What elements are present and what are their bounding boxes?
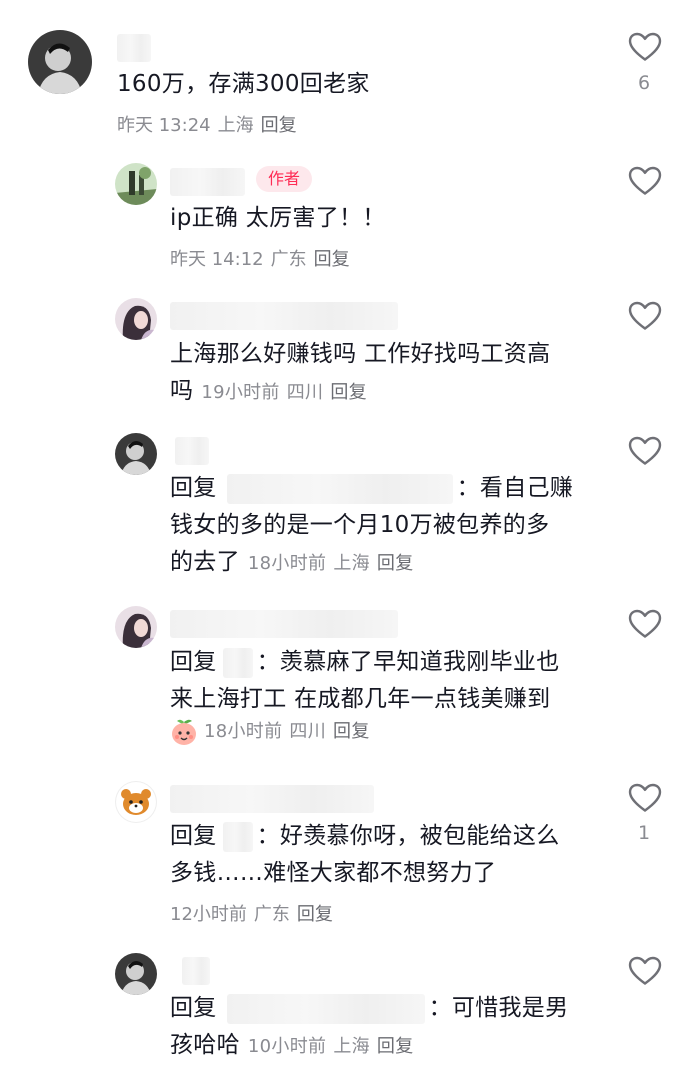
comment-text: 回复 ：看自己赚 钱女的多的是一个月10万被包养的多 的去了 18小时前 上海 回复 xyxy=(170,470,610,581)
heart-outline-icon[interactable] xyxy=(628,301,662,331)
comment-time: 10小时前 xyxy=(247,1036,327,1057)
comment-meta: 18小时前 四川 回复 xyxy=(204,720,377,744)
username-blurred[interactable] xyxy=(170,168,245,196)
username-blurred[interactable] xyxy=(170,302,398,330)
comment-meta: 昨天 14:12 广东 回复 xyxy=(170,248,357,272)
comment-text: ip正确 太厉害了！！ xyxy=(170,205,386,231)
comment-text-line: ：可惜我是男 xyxy=(428,995,569,1021)
comment-text-line: ：好羡慕你呀，被包能给这么 xyxy=(256,823,560,849)
avatar[interactable] xyxy=(115,298,157,340)
comment-text: 回复 ：羡慕麻了早知道我刚毕业也 来上海打工 在成都几年一点钱美赚到 18小时前… xyxy=(170,644,610,746)
comment-text-line: ：羡慕麻了早知道我刚毕业也 xyxy=(256,649,560,675)
comment-meta: 12小时前 广东 回复 xyxy=(170,903,340,927)
comment-time: 昨天 14:12 xyxy=(170,249,264,270)
username-blurred[interactable] xyxy=(170,785,374,813)
comment-time: 18小时前 xyxy=(204,721,283,742)
reply-prefix: 回复 xyxy=(170,995,217,1021)
peach-face-emoji xyxy=(170,718,198,746)
reply-prefix: 回复 xyxy=(170,823,217,849)
comment-time: 12小时前 xyxy=(170,904,247,925)
comment-text-line: 多钱……难怪大家都不想努力了 xyxy=(170,860,497,886)
comment-text-line: ：看自己赚 xyxy=(456,475,574,501)
comment-text: 上海那么好赚钱吗 工作好找吗工资高 吗 19小时前 四川 回复 xyxy=(170,336,550,410)
username-blurred[interactable] xyxy=(170,610,398,638)
mention-blurred[interactable] xyxy=(226,473,453,504)
avatar[interactable] xyxy=(28,30,92,94)
comment-text: 回复 ：好羡慕你呀，被包能给这么 多钱……难怪大家都不想努力了 xyxy=(170,818,610,892)
comment-meta: 18小时前 上海 回复 xyxy=(248,552,421,576)
heart-outline-icon[interactable] xyxy=(628,609,662,639)
like-count: 6 xyxy=(637,72,651,94)
comment-text: 回复 ：可惜我是男 孩哈哈 10小时前 上海 回复 xyxy=(170,990,610,1064)
comment-meta: 19小时前 四川 回复 xyxy=(201,381,374,405)
reply-button[interactable]: 回复 xyxy=(333,721,370,742)
comment-location: 上海 xyxy=(217,115,254,136)
username-blurred[interactable] xyxy=(182,957,210,985)
heart-outline-icon[interactable] xyxy=(628,32,662,62)
comment-text: 160万，存满300回老家 xyxy=(117,71,370,97)
reply-prefix: 回复 xyxy=(170,475,217,501)
comment-text-line: 钱女的多的是一个月10万被包养的多 xyxy=(170,512,550,538)
comment-text-line: 吗 xyxy=(170,378,194,404)
comment-location: 上海 xyxy=(333,553,370,574)
comment-time: 18小时前 xyxy=(247,553,327,574)
reply-button[interactable]: 回复 xyxy=(314,249,350,270)
mention-blurred[interactable] xyxy=(226,993,425,1024)
comment-location: 广东 xyxy=(270,249,307,270)
avatar[interactable] xyxy=(115,433,157,475)
comment-text-line: 来上海打工 在成都几年一点钱美赚到 xyxy=(170,686,551,712)
username-blurred[interactable] xyxy=(175,437,209,465)
reply-button[interactable]: 回复 xyxy=(330,382,367,403)
comment-text-line: 上海那么好赚钱吗 工作好找吗工资高 xyxy=(170,341,551,367)
heart-outline-icon[interactable] xyxy=(628,783,662,813)
heart-outline-icon[interactable] xyxy=(628,436,662,466)
avatar[interactable] xyxy=(115,781,157,823)
avatar[interactable] xyxy=(115,606,157,648)
author-badge: 作者 xyxy=(256,166,313,192)
comment-meta: 10小时前 上海 回复 xyxy=(248,1035,421,1059)
comment-text-line: 的去了 xyxy=(170,549,240,575)
comment-time: 19小时前 xyxy=(201,382,280,403)
reply-button[interactable]: 回复 xyxy=(261,115,297,136)
comment-location: 四川 xyxy=(289,721,327,742)
heart-outline-icon[interactable] xyxy=(628,956,662,986)
username-blurred[interactable] xyxy=(117,34,151,62)
heart-outline-icon[interactable] xyxy=(628,166,662,196)
reply-button[interactable]: 回复 xyxy=(377,553,414,574)
mention-blurred[interactable] xyxy=(222,647,253,678)
comment-meta: 昨天 13:24 上海 回复 xyxy=(117,114,304,138)
reply-prefix: 回复 xyxy=(170,649,217,675)
comment-location: 广东 xyxy=(253,904,290,925)
reply-button[interactable]: 回复 xyxy=(297,904,333,925)
mention-blurred[interactable] xyxy=(222,821,253,852)
avatar[interactable] xyxy=(115,163,157,205)
comment-time: 昨天 13:24 xyxy=(117,115,211,136)
comment-text-line: 孩哈哈 xyxy=(170,1032,240,1058)
like-count: 1 xyxy=(637,822,651,844)
avatar[interactable] xyxy=(115,953,157,995)
reply-button[interactable]: 回复 xyxy=(377,1036,414,1057)
comment-location: 上海 xyxy=(333,1036,370,1057)
comment-location: 四川 xyxy=(286,382,324,403)
